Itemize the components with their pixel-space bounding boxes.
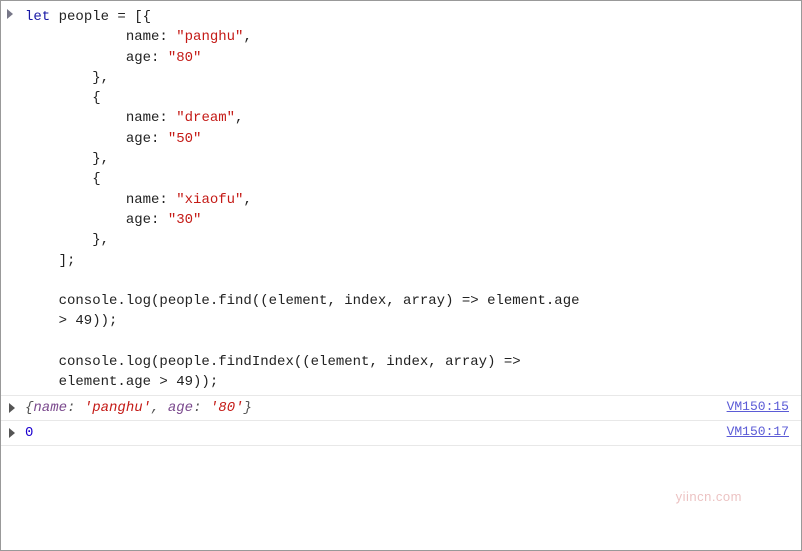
console-panel: let people = [{ name: "panghu", age: "80… [1,1,801,450]
console-output-entry[interactable]: {name: 'panghu', age: '80'} VM150:15 [1,395,801,421]
source-link[interactable]: VM150:15 [727,398,789,417]
console-input-entry[interactable]: let people = [{ name: "panghu", age: "80… [1,5,801,395]
object-preview: {name: 'panghu', age: '80'} [25,398,252,418]
console-output-entry[interactable]: 0 VM150:17 [1,421,801,446]
code-block: let people = [{ name: "panghu", age: "80… [25,9,580,390]
output-value: 0 [25,423,33,443]
source-link[interactable]: VM150:17 [727,423,789,442]
watermark: yiincn.com [676,488,742,507]
